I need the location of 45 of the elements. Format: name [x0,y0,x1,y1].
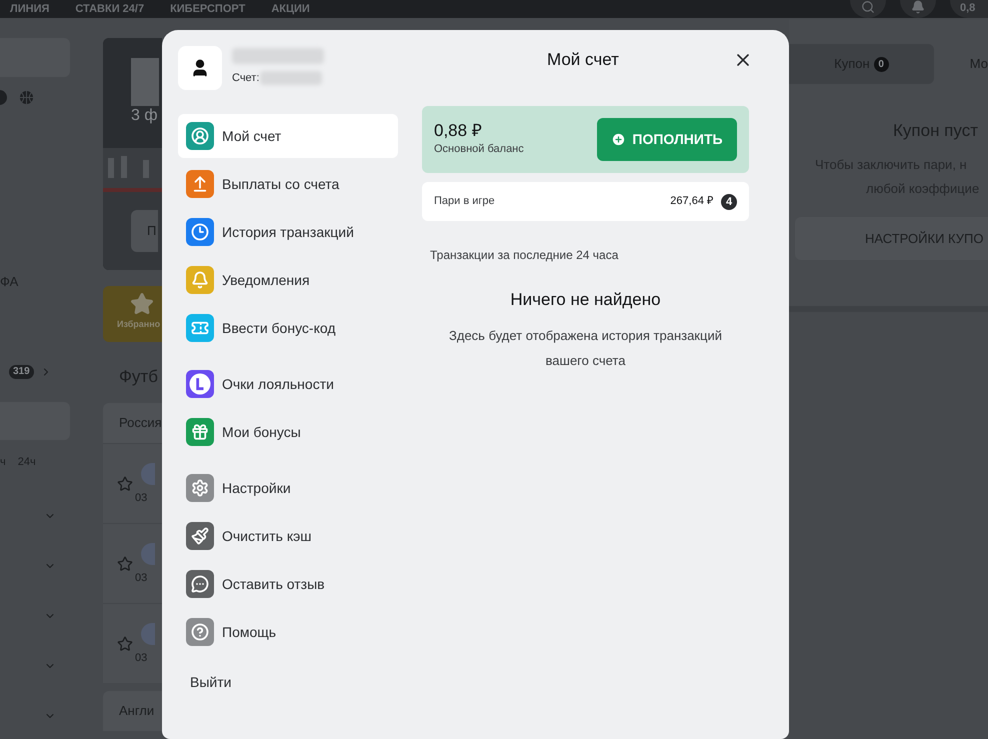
balance-pill[interactable]: 0,8 [950,0,988,18]
account-label: Счет: [232,71,260,86]
avatar [178,46,222,90]
nav-link[interactable]: СТАВКИ 24/7 [75,4,144,14]
bets-amount: 267,64 ₽ [670,194,713,210]
menu-item[interactable]: Выплаты со счета [178,162,398,206]
logout-link[interactable]: Выйти [190,666,232,698]
favorites-card[interactable]: Избранно [103,286,162,342]
menu-item[interactable]: Мой счет [178,114,398,158]
balance-amount: 0,88 ₽ [434,121,483,142]
basketball-icon[interactable] [19,90,34,105]
bets-count-badge: 4 [721,194,737,210]
favorites-label: Избранно [117,320,160,329]
search-icon[interactable] [850,0,886,18]
star-icon[interactable] [117,636,133,652]
menu-item[interactable]: Очистить кэш [178,514,398,558]
nav-link[interactable]: АКЦИИ [271,4,310,14]
menu-item[interactable]: Помощь [178,610,398,654]
deposit-button[interactable]: ПОПОЛНИТЬ [597,118,737,161]
banner-text: 3 ф [131,108,159,124]
menu-item[interactable]: Очки лояльности [178,362,398,406]
team-logo-icon [141,543,155,565]
nav-link[interactable]: КИБЕРСПОРТ [170,4,246,14]
plus-icon [611,132,626,147]
balance-label: Основной баланс [434,142,524,158]
bets-label: Пари в игре [434,194,495,210]
menu-item[interactable]: Ввести бонус-код [178,306,398,350]
menu-item[interactable]: Уведомления [178,258,398,302]
team-logo-icon [141,463,155,485]
team-logo-icon [141,623,155,645]
menu-item[interactable]: Оставить отзыв [178,562,398,606]
menu-item[interactable]: Настройки [178,466,398,510]
menu-item[interactable]: История транзакций [178,210,398,254]
bell-icon[interactable] [900,0,936,18]
nav-link[interactable]: ЛИНИЯ [10,4,50,14]
bets-card[interactable]: Пари в игре 267,64 ₽ 4 [422,182,749,221]
star-icon [130,292,154,316]
modal-title: Мой счет [547,49,619,72]
empty-message: Здесь будет отображена история транзакций вашего счета [448,326,723,370]
transactions-heading: Транзакции за последние 24 часа [430,247,620,264]
empty-title: Ничего не найдено [509,289,662,311]
star-icon[interactable] [117,556,133,572]
star-icon[interactable] [117,476,133,492]
count-badge: 319 [9,365,34,379]
menu-item[interactable]: Мои бонусы [178,410,398,454]
